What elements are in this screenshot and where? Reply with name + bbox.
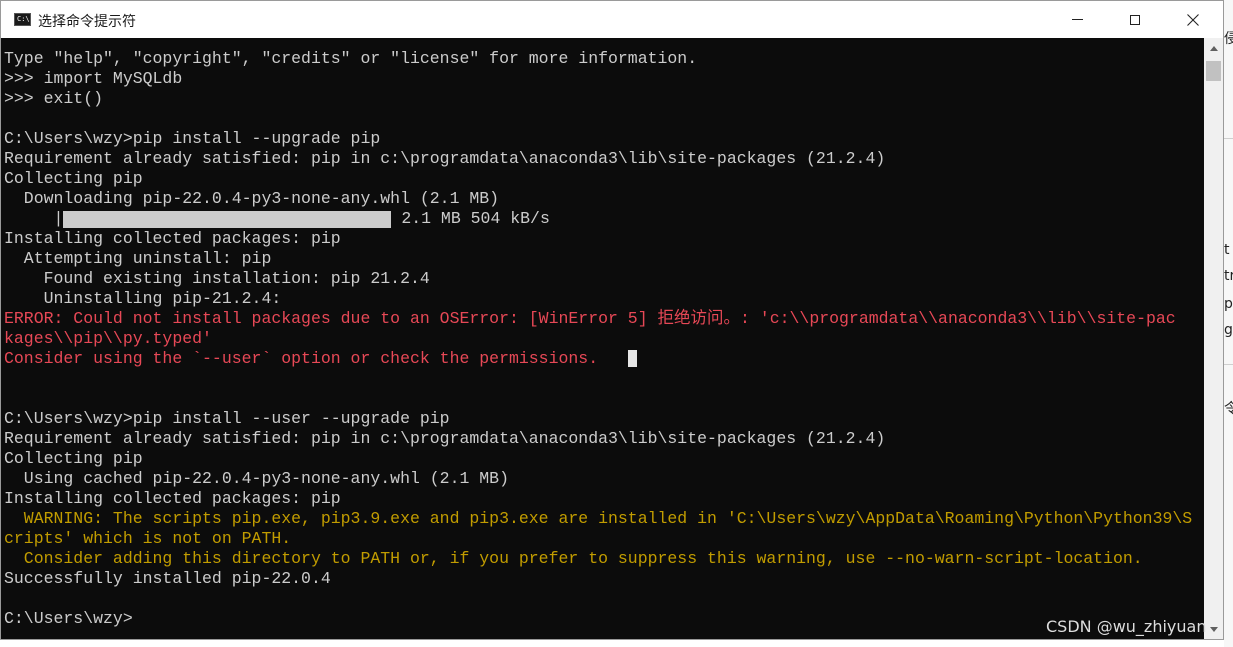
cmd-app-icon[interactable]: C:\ xyxy=(14,13,31,26)
cmd-app-icon-label: C:\ xyxy=(17,15,30,23)
console-line-text: C:\Users\wzy> xyxy=(4,609,133,628)
console-line-text: C:\Users\wzy>pip install --upgrade pip xyxy=(4,129,381,148)
console-line: Installing collected packages: pip xyxy=(4,489,1192,509)
background-window-text: tr xyxy=(1224,268,1233,284)
background-window-text: g xyxy=(1224,322,1233,338)
console-line: Found existing installation: pip 21.2.4 xyxy=(4,269,1192,289)
console-line-text: Uninstalling pip-21.2.4: xyxy=(4,289,282,308)
minimize-icon xyxy=(1071,19,1083,20)
background-window-divider xyxy=(1224,138,1233,139)
console-line-text: Using cached pip-22.0.4-py3-none-any.whl… xyxy=(4,469,509,488)
background-window: 侵 t tr p g 令 xyxy=(1224,0,1233,647)
console-line-text: kages\\pip\\py.typed' xyxy=(4,329,212,348)
console-line-text: Consider using the `--user` option or ch… xyxy=(4,349,599,368)
console-line: WARNING: The scripts pip.exe, pip3.9.exe… xyxy=(4,509,1192,529)
console-line: Consider using the `--user` option or ch… xyxy=(4,349,1192,369)
console-line: Collecting pip xyxy=(4,449,1192,469)
console-lines: Type "help", "copyright", "credits" or "… xyxy=(4,49,1192,629)
console-line-text: Installing collected packages: pip xyxy=(4,489,341,508)
console-line-text: Successfully installed pip-22.0.4 xyxy=(4,569,331,588)
console-line: C:\Users\wzy>pip install --user --upgrad… xyxy=(4,409,1192,429)
window-title: 选择命令提示符 xyxy=(38,14,136,30)
console-line-text: Requirement already satisfied: pip in c:… xyxy=(4,149,886,168)
scroll-down-button[interactable] xyxy=(1204,619,1223,639)
progress-suffix: 2.1 MB 504 kB/s xyxy=(391,209,550,228)
console-line: Requirement already satisfied: pip in c:… xyxy=(4,429,1192,449)
scroll-thumb[interactable] xyxy=(1206,61,1221,81)
command-prompt-window: C:\ 选择命令提示符 Type "help", "copyright", "c… xyxy=(0,0,1224,640)
maximize-button[interactable] xyxy=(1106,1,1164,38)
console-line-text: >>> exit() xyxy=(4,89,104,108)
arrow-up-icon xyxy=(1209,45,1218,51)
background-window-text: p xyxy=(1224,296,1233,312)
maximize-icon xyxy=(1130,14,1140,25)
scroll-up-button[interactable] xyxy=(1204,38,1223,58)
background-window-text: 令 xyxy=(1224,401,1233,417)
console-line-text: C:\Users\wzy>pip install --user --upgrad… xyxy=(4,409,450,428)
console-line-text: Type "help", "copyright", "credits" or "… xyxy=(4,49,698,68)
console-line-text: ERROR: Could not install packages due to… xyxy=(4,309,1176,328)
minimize-button[interactable] xyxy=(1048,1,1106,38)
console-line: >>> exit() xyxy=(4,89,1192,109)
download-progress-line: | 2.1 MB 504 kB/s xyxy=(4,209,1192,229)
console-line: Collecting pip xyxy=(4,169,1192,189)
progress-prefix: | xyxy=(4,209,64,228)
console-line-text: Downloading pip-22.0.4-py3-none-any.whl … xyxy=(4,189,500,208)
console-line: Consider adding this directory to PATH o… xyxy=(4,549,1192,569)
console-output[interactable]: Type "help", "copyright", "credits" or "… xyxy=(1,38,1204,639)
csdn-watermark: CSDN @wu_zhiyuan xyxy=(1046,617,1207,636)
console-line-text: WARNING: The scripts pip.exe, pip3.9.exe… xyxy=(4,509,1193,528)
console-line: Requirement already satisfied: pip in c:… xyxy=(4,149,1192,169)
console-line: Type "help", "copyright", "credits" or "… xyxy=(4,49,1192,69)
console-line-text: Installing collected packages: pip xyxy=(4,229,341,248)
console-line-text: Collecting pip xyxy=(4,449,143,468)
console-line-text: >>> import MySQLdb xyxy=(4,69,183,88)
console-line: Attempting uninstall: pip xyxy=(4,249,1192,269)
console-line: C:\Users\wzy>pip install --upgrade pip xyxy=(4,129,1192,149)
console-line: Using cached pip-22.0.4-py3-none-any.whl… xyxy=(4,469,1192,489)
console-line-text: Requirement already satisfied: pip in c:… xyxy=(4,429,886,448)
text-cursor xyxy=(627,350,637,367)
close-icon xyxy=(1187,13,1199,26)
console-line: Successfully installed pip-22.0.4 xyxy=(4,569,1192,589)
vertical-scrollbar[interactable] xyxy=(1204,38,1223,639)
console-line-text: Consider adding this directory to PATH o… xyxy=(4,549,1143,568)
console-line: ERROR: Could not install packages due to… xyxy=(4,309,1192,329)
console-line: cripts' which is not on PATH. xyxy=(4,529,1192,549)
background-window-text: 侵 xyxy=(1224,31,1233,47)
arrow-down-icon xyxy=(1209,626,1218,632)
progress-bar xyxy=(63,211,392,228)
console-line: Installing collected packages: pip xyxy=(4,229,1192,249)
console-line-text: cripts' which is not on PATH. xyxy=(4,529,292,548)
console-line: Downloading pip-22.0.4-py3-none-any.whl … xyxy=(4,189,1192,209)
close-button[interactable] xyxy=(1164,1,1222,38)
console-line-text: Found existing installation: pip 21.2.4 xyxy=(4,269,430,288)
background-window-text: t xyxy=(1224,242,1230,258)
console-line: kages\\pip\\py.typed' xyxy=(4,329,1192,349)
title-bar[interactable]: C:\ 选择命令提示符 xyxy=(1,1,1223,38)
console-line: C:\Users\wzy> xyxy=(4,609,1192,629)
console-line: Uninstalling pip-21.2.4: xyxy=(4,289,1192,309)
background-window-divider xyxy=(1224,364,1233,365)
console-line-text: Attempting uninstall: pip xyxy=(4,249,272,268)
console-line-text: Collecting pip xyxy=(4,169,143,188)
console-line: >>> import MySQLdb xyxy=(4,69,1192,89)
